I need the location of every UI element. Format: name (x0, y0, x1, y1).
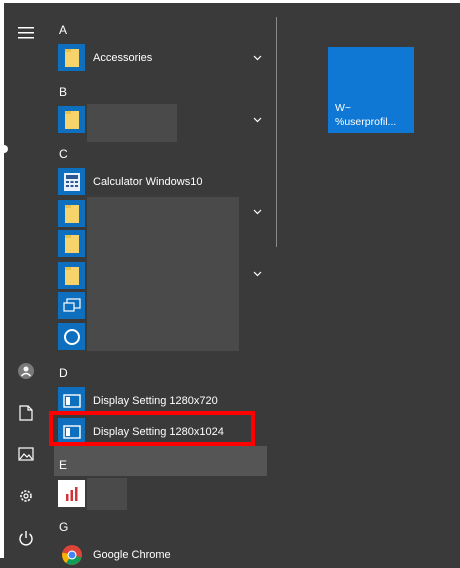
expand-menu-button[interactable] (4, 13, 48, 53)
redacted-block (87, 197, 239, 351)
chevron-down-icon (253, 271, 261, 277)
account-button[interactable] (4, 351, 48, 391)
b-folder-tile[interactable] (58, 106, 85, 133)
power-icon (19, 531, 33, 546)
accessories-label[interactable]: Accessories (93, 52, 152, 64)
redacted-label (87, 104, 177, 142)
group-header-e[interactable]: E (59, 458, 67, 472)
chevron-down-icon (253, 55, 261, 61)
hamburger-icon (18, 27, 34, 39)
user-icon (18, 363, 34, 379)
group-header-d[interactable]: D (59, 366, 68, 380)
remote-tile[interactable] (58, 292, 85, 319)
power-button[interactable] (4, 518, 48, 558)
folder-icon (64, 234, 79, 253)
redacted-label-e (87, 478, 127, 510)
tile-label-line2: %userprofil... (335, 116, 397, 128)
userprofile-tile[interactable]: W~ %userprofil... (328, 47, 414, 133)
display-icon (62, 393, 81, 408)
pane-divider (276, 17, 277, 247)
remote-desktop-icon (62, 297, 81, 312)
folder-icon (64, 110, 79, 129)
b-folder-expand[interactable] (251, 114, 263, 126)
group-header-a[interactable]: A (59, 23, 67, 37)
cortana-icon (63, 328, 80, 345)
c-folder-expand-1[interactable] (251, 206, 263, 218)
calculator-label[interactable]: Calculator Windows10 (93, 176, 202, 188)
cortana-tile[interactable] (58, 323, 85, 350)
folder-icon (64, 266, 79, 285)
c-folder-tile-2[interactable] (58, 230, 85, 257)
calculator-icon (63, 172, 80, 191)
group-header-c[interactable]: C (59, 147, 68, 161)
tile-label-line1: W~ (335, 102, 352, 114)
redacted-bar (54, 446, 267, 476)
settings-button[interactable] (4, 476, 48, 516)
pictures-button[interactable] (4, 434, 48, 474)
start-rail (4, 3, 48, 558)
folder-icon (64, 48, 79, 67)
c-folder-expand-3[interactable] (251, 268, 263, 280)
picture-icon (18, 447, 34, 461)
top-edge (0, 0, 460, 3)
folder-icon (64, 204, 79, 223)
c-folder-tile-1[interactable] (58, 200, 85, 227)
gear-icon (20, 490, 32, 502)
chrome-label[interactable]: Google Chrome (93, 549, 171, 561)
chrome-icon (61, 544, 82, 565)
highlight-box (49, 411, 255, 446)
document-icon (19, 405, 33, 421)
accessories-expand[interactable] (251, 52, 263, 64)
chevron-down-icon (253, 209, 261, 215)
chrome-tile[interactable] (58, 541, 85, 568)
calculator-tile[interactable] (58, 168, 85, 195)
chart-app-icon (62, 484, 81, 503)
c-folder-tile-3[interactable] (58, 262, 85, 289)
group-header-g[interactable]: G (59, 520, 68, 534)
group-header-b[interactable]: B (59, 85, 67, 99)
documents-button[interactable] (4, 393, 48, 433)
display-720-label[interactable]: Display Setting 1280x720 (93, 395, 218, 407)
display-720-tile[interactable] (58, 387, 85, 414)
accessories-tile[interactable] (58, 44, 85, 71)
chevron-down-icon (253, 117, 261, 123)
e-app-tile[interactable] (58, 480, 85, 507)
